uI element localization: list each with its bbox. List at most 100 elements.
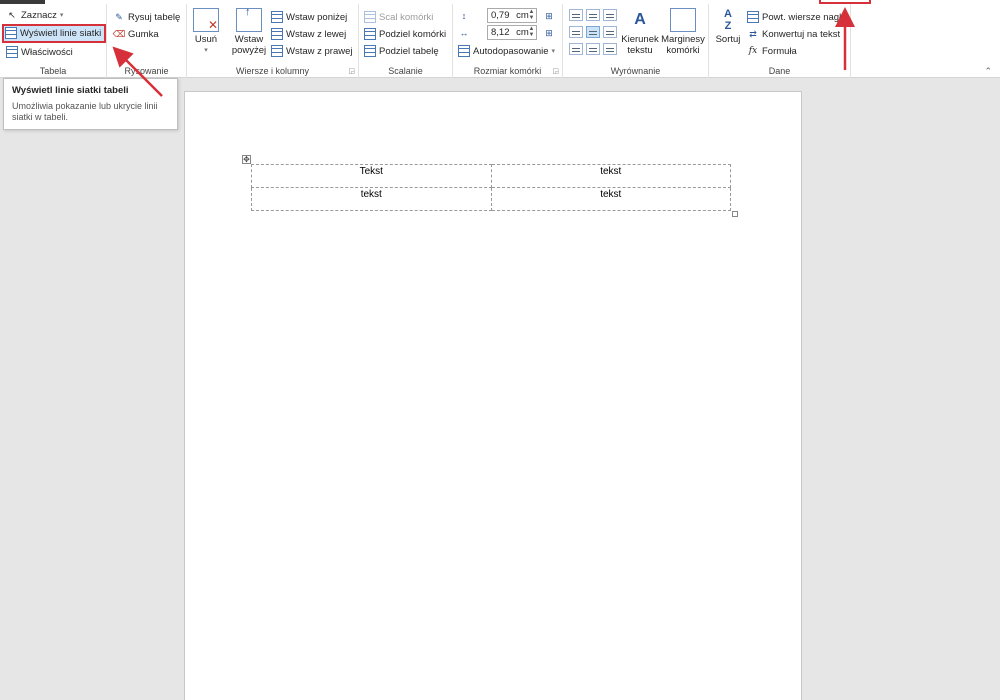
- split-table-label: Podziel tabelę: [379, 45, 439, 57]
- insert-right-button[interactable]: Wstaw z prawej: [271, 43, 353, 59]
- collapse-ribbon-icon[interactable]: ⌃: [984, 66, 992, 77]
- draw-table-label: Rysuj tabelę: [128, 11, 181, 23]
- convert-icon: ⇄: [749, 28, 757, 39]
- properties-label: Właściwości: [21, 46, 73, 58]
- split-table-icon: [364, 45, 376, 57]
- height-spinner-icon[interactable]: ▲ ▼: [528, 9, 535, 22]
- insert-right-icon: [271, 45, 283, 57]
- document-table[interactable]: Tekst tekst tekst tekst: [251, 164, 731, 211]
- group-label-tabela: Tabela: [39, 66, 67, 76]
- table-resize-handle[interactable]: [732, 211, 738, 217]
- align-middle-center-icon[interactable]: [586, 26, 600, 38]
- insert-left-button[interactable]: Wstaw z lewej: [271, 26, 346, 42]
- convert-label: Konwertuj na tekst: [762, 28, 841, 40]
- insert-above-icon: ↑: [236, 7, 262, 32]
- tooltip-body: Umożliwia pokazanie lub ukrycie linii si…: [12, 101, 158, 122]
- highlight-tab-box: [819, 0, 871, 4]
- table-cell[interactable]: Tekst: [251, 164, 492, 188]
- align-top-right-icon[interactable]: [603, 9, 617, 21]
- convert-to-text-button[interactable]: ⇄ Konwertuj na tekst: [747, 26, 840, 42]
- formula-label: Formuła: [762, 45, 797, 57]
- insert-above-button[interactable]: ↑ Wstaw powyżej: [231, 7, 267, 57]
- split-table-button[interactable]: Podziel tabelę: [364, 43, 439, 59]
- align-middle-left-icon[interactable]: [569, 26, 583, 38]
- table-cell[interactable]: tekst: [490, 187, 731, 211]
- text-direction-icon: A: [634, 11, 646, 28]
- row-height-icon: ↕: [461, 10, 467, 21]
- cell-margins-icon: [670, 8, 696, 32]
- cell-margins-button[interactable]: Marginesy komórki: [660, 8, 706, 56]
- group-rozmiar: ↕ 0,79 cm ▲ ▼ ⊞ ↔ 8,12 cm ▲ ▼ ⊞ Autodopaso…: [453, 4, 563, 78]
- insert-left-icon: [271, 28, 283, 40]
- align-bottom-left-icon[interactable]: [569, 43, 583, 55]
- repeat-header-button[interactable]: Powt. wiersze nagł: [747, 9, 841, 25]
- group-label-rysowanie: Rysowanie: [124, 66, 169, 76]
- eraser-icon: ⌫: [112, 28, 126, 39]
- align-bottom-right-icon[interactable]: [603, 43, 617, 55]
- sort-icon: AZ: [724, 8, 732, 32]
- document-page[interactable]: ✥ Tekst tekst tekst tekst: [184, 91, 802, 700]
- table-cell[interactable]: tekst: [251, 187, 492, 211]
- insert-right-label: Wstaw z prawej: [286, 45, 353, 57]
- eraser-label: Gumka: [128, 28, 159, 40]
- insert-below-button[interactable]: Wstaw poniżej: [271, 9, 347, 25]
- eraser-button[interactable]: ⌫ Gumka: [113, 26, 159, 42]
- merge-cells-button[interactable]: Scal komórki: [364, 9, 433, 25]
- select-label: Zaznacz: [21, 9, 57, 21]
- distribute-rows-icon[interactable]: ⊞: [543, 10, 555, 22]
- group-wiersze: ✕ Usuń ▾ ↑ Wstaw powyżej Wstaw poniżej W…: [187, 4, 359, 78]
- delete-label: Usuń: [194, 34, 218, 45]
- merge-cells-label: Scal komórki: [379, 11, 434, 23]
- width-spinner-icon[interactable]: ▲ ▼: [528, 26, 535, 39]
- height-input[interactable]: 0,79 cm ▲ ▼: [487, 8, 537, 23]
- fx-icon: fx: [748, 45, 758, 56]
- text-direction-label-1: Kierunek: [621, 34, 659, 45]
- ribbon: ↖ Zaznacz ▾ Wyświetl linie siatki Właści…: [0, 4, 1000, 78]
- cell-margins-label-2: komórki: [666, 45, 700, 56]
- dialog-launcher-icon[interactable]: ◲: [552, 67, 559, 75]
- align-top-left-icon[interactable]: [569, 9, 583, 21]
- table-move-handle-icon[interactable]: ✥: [242, 155, 251, 164]
- align-middle-right-icon[interactable]: [603, 26, 617, 38]
- properties-icon: [6, 46, 18, 58]
- tooltip: Wyświetl linie siatki tabeli Umożliwia p…: [3, 78, 178, 130]
- formula-button[interactable]: fx Formuła: [747, 43, 797, 59]
- repeat-header-label: Powt. wiersze nagł: [762, 11, 842, 23]
- draw-table-button[interactable]: ✎ Rysuj tabelę: [113, 9, 180, 25]
- dialog-launcher-icon[interactable]: ◲: [348, 67, 355, 75]
- distribute-columns-icon[interactable]: ⊞: [543, 27, 555, 39]
- table-row: tekst tekst: [251, 187, 731, 211]
- dropdown-icon: ▾: [551, 48, 556, 55]
- split-cells-label: Podziel komórki: [379, 28, 447, 40]
- width-input[interactable]: 8,12 cm ▲ ▼: [487, 25, 537, 40]
- dropdown-icon: ▾: [59, 12, 64, 19]
- autofit-button[interactable]: Autodopasowanie ▾: [458, 43, 555, 59]
- text-direction-button[interactable]: A Kierunek tekstu: [620, 8, 660, 56]
- dropdown-icon: ▾: [204, 47, 208, 54]
- group-rysowanie: ✎ Rysuj tabelę ⌫ Gumka Rysowanie: [107, 4, 187, 78]
- group-scalanie: Scal komórki Podziel komórki Podziel tab…: [359, 4, 453, 78]
- split-cells-button[interactable]: Podziel komórki: [364, 26, 446, 42]
- insert-below-label: Wstaw poniżej: [286, 11, 348, 23]
- align-bottom-center-icon[interactable]: [586, 43, 600, 55]
- group-label-wiersze: Wiersze i kolumny: [235, 66, 309, 76]
- align-top-center-icon[interactable]: [586, 9, 600, 21]
- properties-button[interactable]: Właściwości: [6, 44, 73, 60]
- delete-button[interactable]: ✕ Usuń ▾: [192, 8, 220, 56]
- repeat-header-icon: [747, 11, 759, 23]
- table-cell[interactable]: tekst: [490, 164, 731, 188]
- autofit-icon: [458, 45, 470, 57]
- sort-button[interactable]: AZ Sortuj: [713, 8, 743, 45]
- highlight-gridlines-box: [2, 24, 106, 43]
- cursor-icon: ↖: [8, 9, 16, 20]
- tooltip-title: Wyświetl linie siatki tabeli: [12, 85, 129, 96]
- width-value: 8,12: [491, 27, 510, 38]
- sort-label: Sortuj: [715, 34, 741, 45]
- group-label-wyrownanie: Wyrównanie: [610, 66, 661, 76]
- height-value: 0,79: [491, 10, 510, 21]
- select-button[interactable]: ↖ Zaznacz ▾: [6, 7, 63, 23]
- insert-below-icon: [271, 11, 283, 23]
- text-direction-label-2: tekstu: [627, 45, 653, 56]
- delete-table-icon: ✕: [193, 8, 219, 32]
- column-width-icon: ↔: [459, 27, 469, 38]
